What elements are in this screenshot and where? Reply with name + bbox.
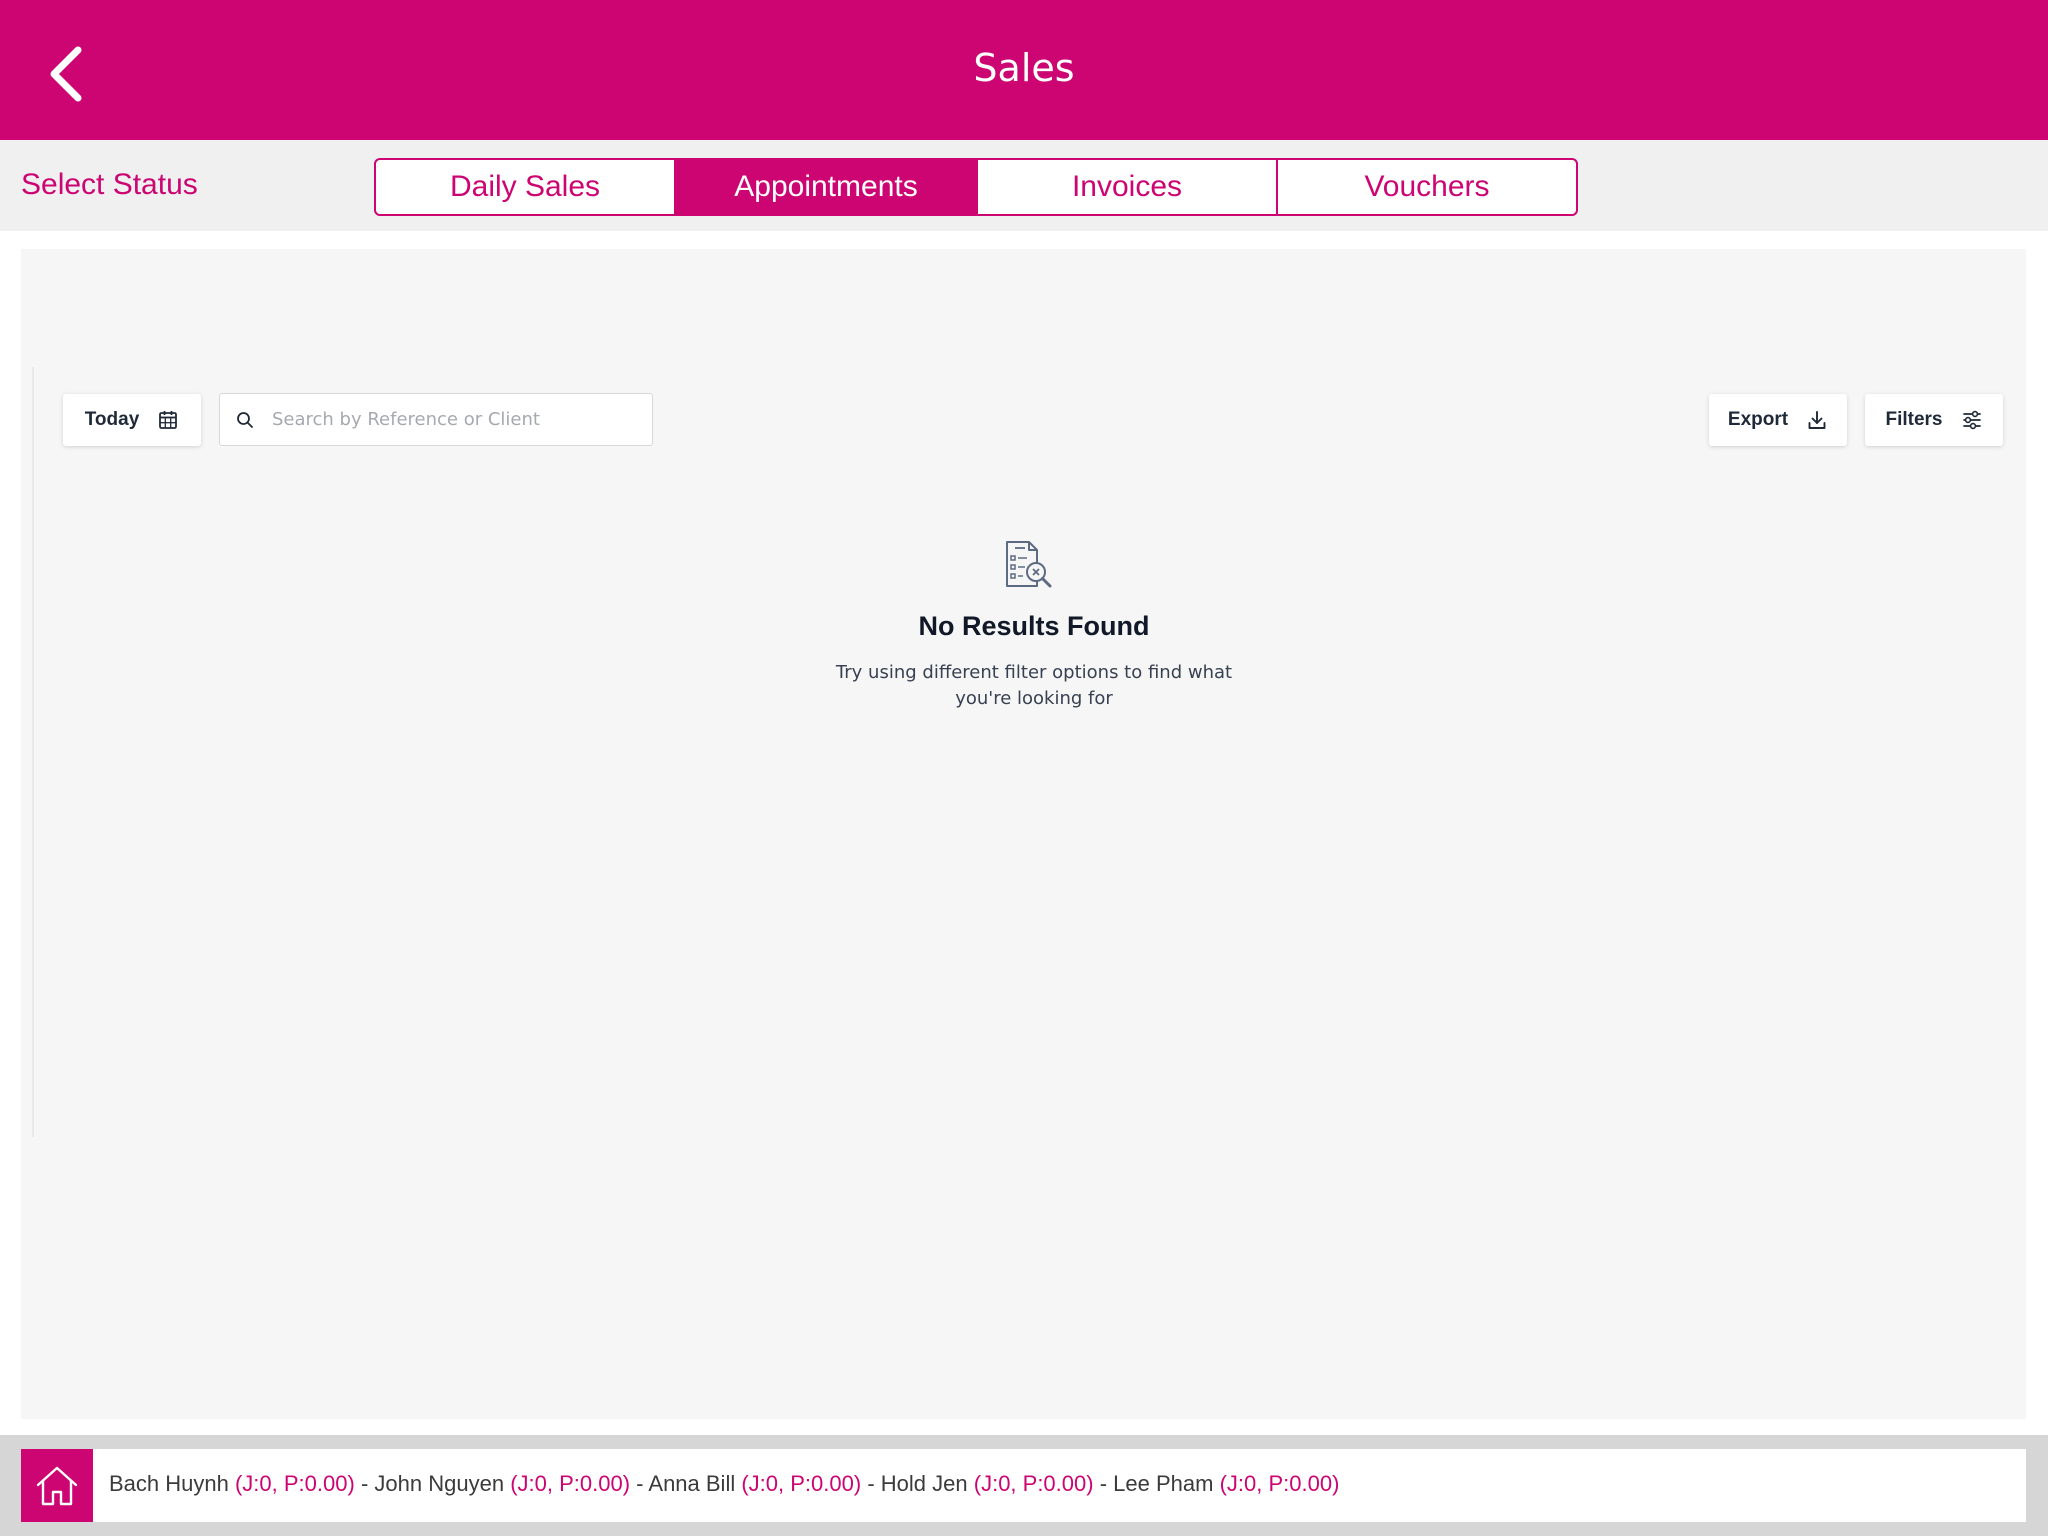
staff-summary: Bach Huynh (J:0, P:0.00) - John Nguyen (…	[109, 1471, 1339, 1497]
download-icon	[1808, 411, 1826, 429]
staff-name: Lee Pham	[1113, 1471, 1214, 1496]
content-panel: Today Export Filters	[21, 249, 2026, 1419]
staff-name: Anna Bill	[648, 1471, 736, 1496]
staff-stats: (J:0, P:0.00)	[973, 1471, 1094, 1496]
home-button[interactable]	[21, 1449, 93, 1522]
tab-invoices[interactable]: Invoices	[978, 160, 1278, 214]
tab-daily-sales[interactable]: Daily Sales	[376, 160, 676, 214]
search-icon	[237, 411, 253, 428]
select-status-label: Select Status	[21, 168, 198, 201]
tab-vouchers[interactable]: Vouchers	[1278, 160, 1576, 214]
staff-name: Bach Huynh	[109, 1471, 229, 1496]
staff-panel: Bach Huynh (J:0, P:0.00) - John Nguyen (…	[21, 1449, 2026, 1522]
empty-state-title: No Results Found	[918, 611, 1150, 641]
staff-stats: (J:0, P:0.00)	[741, 1471, 862, 1496]
staff-separator: -	[360, 1471, 369, 1496]
date-range-button[interactable]: Today	[63, 394, 201, 446]
home-icon	[36, 1466, 78, 1505]
filters-label: Filters	[1885, 409, 1943, 430]
calendar-icon	[159, 411, 178, 429]
tab-appointments[interactable]: Appointments	[676, 160, 978, 214]
sliders-icon	[1962, 410, 1981, 430]
staff-stats: (J:0, P:0.00)	[1219, 1471, 1340, 1496]
top-bar: Sales	[0, 0, 2048, 140]
staff-name: Hold Jen	[880, 1471, 968, 1496]
search-input[interactable]	[272, 409, 632, 430]
staff-separator: -	[636, 1471, 644, 1496]
no-results-icon	[1006, 541, 1052, 588]
staff-separator: -	[867, 1471, 875, 1496]
staff-stats: (J:0, P:0.00)	[234, 1471, 355, 1496]
footer-bar: Bach Huynh (J:0, P:0.00) - John Nguyen (…	[0, 1435, 2048, 1536]
export-label: Export	[1727, 409, 1789, 430]
staff-separator: -	[1099, 1471, 1108, 1496]
panel-divider	[32, 367, 34, 1137]
status-bar: Select Status Daily Sales Appointments I…	[0, 140, 2048, 231]
status-tabs: Daily Sales Appointments Invoices Vouche…	[374, 158, 1578, 216]
filters-button[interactable]: Filters	[1865, 394, 2003, 446]
staff-name: John Nguyen	[374, 1471, 505, 1496]
empty-state-message: Try using different filter options to fi…	[835, 662, 1233, 709]
search-field[interactable]	[219, 393, 653, 446]
staff-stats: (J:0, P:0.00)	[510, 1471, 631, 1496]
export-button[interactable]: Export	[1709, 394, 1847, 446]
date-range-label: Today	[84, 409, 140, 430]
page-title: Sales	[973, 46, 1075, 90]
